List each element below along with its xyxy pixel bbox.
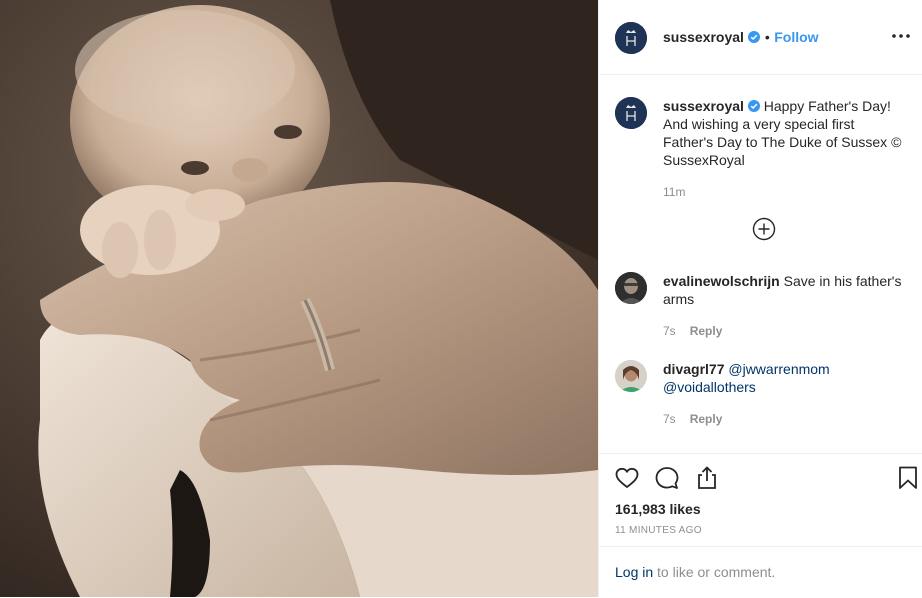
caption-author[interactable]: sussexroyal	[663, 98, 744, 114]
crown-monogram-icon	[615, 22, 647, 54]
caption-time: 11m	[663, 185, 686, 199]
verified-badge-icon	[748, 31, 761, 43]
caption-text-block: sussexroyal Happy Father's Day! And wish…	[663, 97, 907, 169]
heart-icon	[615, 467, 639, 488]
post-photo[interactable]	[0, 0, 598, 597]
instagram-post: sussexroyal • Follow sussexroyal Happy F…	[0, 0, 922, 597]
post-timestamp[interactable]: 11 MINUTES AGO	[615, 525, 702, 536]
more-options-icon[interactable]	[889, 24, 913, 48]
author-username[interactable]: sussexroyal	[663, 29, 744, 45]
comment-text-block: evalinewolschrijn Save in his father's a…	[663, 272, 907, 308]
verified-badge-icon	[747, 100, 760, 112]
comment-meta: 7s Reply	[663, 412, 722, 426]
login-link[interactable]: Log in	[615, 564, 653, 580]
comment-author[interactable]: evalinewolschrijn	[663, 273, 780, 289]
caption-avatar[interactable]	[615, 97, 647, 129]
share-button[interactable]	[693, 464, 721, 492]
comment-item: evalinewolschrijn Save in his father's a…	[615, 272, 915, 342]
likes-count[interactable]: 161,983 likes	[615, 501, 701, 517]
login-prompt: Log in to like or comment.	[599, 546, 922, 598]
login-prompt-text: to like or comment.	[653, 564, 776, 580]
comment-button[interactable]	[653, 464, 681, 492]
mention-link[interactable]: @voidallothers	[663, 379, 756, 395]
comment-time: 7s	[663, 324, 676, 338]
profile-photo-icon	[615, 360, 647, 392]
caption: sussexroyal Happy Father's Day! And wish…	[615, 97, 915, 207]
comments-section: sussexroyal Happy Father's Day! And wish…	[599, 75, 922, 453]
mention-link[interactable]: @jwwarrenmom	[728, 361, 829, 377]
author-avatar[interactable]	[615, 22, 647, 54]
save-button[interactable]	[895, 464, 922, 492]
plus-circle-icon	[752, 217, 776, 241]
post-actions: 161,983 likes 11 MINUTES AGO Log in to l…	[599, 453, 922, 597]
photo-baby-hand-image	[0, 0, 598, 597]
reply-button[interactable]: Reply	[690, 412, 723, 426]
crown-monogram-icon	[615, 97, 647, 129]
commenter-avatar[interactable]	[615, 272, 647, 304]
comment-time: 7s	[663, 412, 676, 426]
reply-button[interactable]: Reply	[690, 324, 723, 338]
comment-author[interactable]: divagrl77	[663, 361, 724, 377]
comment-meta: 7s Reply	[663, 324, 722, 338]
post-sidebar: sussexroyal • Follow sussexroyal Happy F…	[598, 0, 922, 597]
profile-photo-icon	[615, 272, 647, 304]
like-button[interactable]	[613, 464, 641, 492]
share-icon	[698, 466, 716, 489]
comment-item: divagrl77 @jwwarrenmom @voidallothers 7s…	[615, 360, 915, 430]
separator-dot: •	[764, 29, 770, 45]
header-author-row: sussexroyal • Follow	[663, 29, 819, 47]
comment-icon	[655, 467, 679, 489]
follow-button[interactable]: Follow	[774, 29, 818, 45]
post-header: sussexroyal • Follow	[599, 0, 922, 75]
load-more-comments-button[interactable]	[752, 217, 776, 241]
bookmark-icon	[899, 466, 917, 489]
commenter-avatar[interactable]	[615, 360, 647, 392]
comment-text-block: divagrl77 @jwwarrenmom @voidallothers	[663, 360, 907, 396]
